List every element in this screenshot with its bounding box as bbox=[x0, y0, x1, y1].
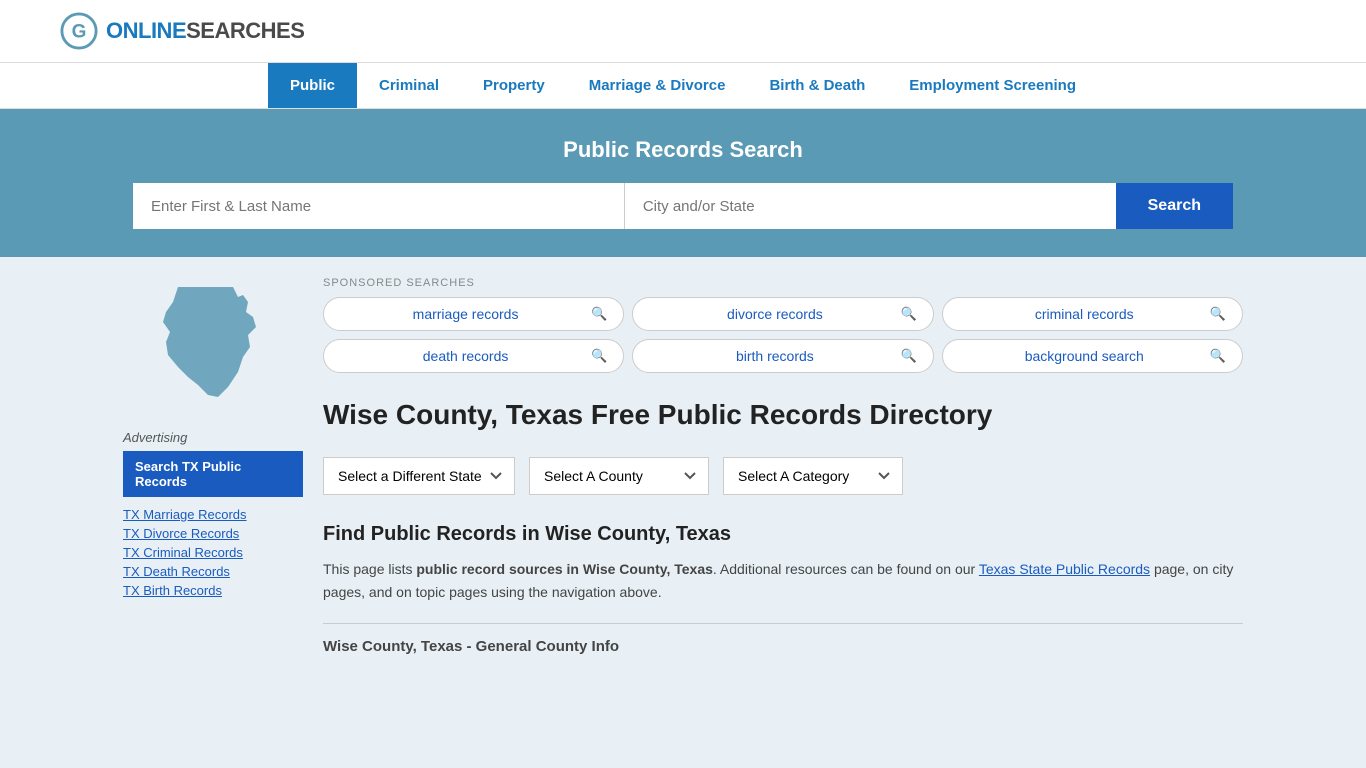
find-body: This page lists public record sources in… bbox=[323, 558, 1243, 603]
search-bar: Search bbox=[133, 183, 1233, 229]
find-section: Find Public Records in Wise County, Texa… bbox=[323, 523, 1243, 655]
texas-map-image bbox=[123, 277, 303, 410]
sponsored-link-divorce[interactable]: divorce records bbox=[649, 306, 900, 322]
page-header-text: Wise County, Texas Free Public Records D… bbox=[323, 397, 992, 433]
nav-property[interactable]: Property bbox=[461, 63, 567, 108]
sidebar-link-birth[interactable]: TX Birth Records bbox=[123, 583, 303, 598]
nav-birth-death[interactable]: Birth & Death bbox=[747, 63, 887, 108]
find-body-bold: public record sources in Wise County, Te… bbox=[416, 561, 713, 577]
name-input[interactable] bbox=[133, 183, 625, 229]
search-section: Public Records Search Search bbox=[0, 109, 1366, 257]
logo-area: G ONLINESEARCHES bbox=[60, 12, 304, 50]
category-select[interactable]: Select A Category bbox=[723, 457, 903, 495]
logo-icon: G bbox=[60, 12, 98, 50]
header: G ONLINESEARCHES bbox=[0, 0, 1366, 63]
sponsored-grid: marriage records 🔍 divorce records 🔍 cri… bbox=[323, 297, 1243, 373]
sponsored-item-divorce[interactable]: divorce records 🔍 bbox=[632, 297, 933, 331]
nav-public[interactable]: Public bbox=[268, 63, 357, 108]
sponsored-item-criminal[interactable]: criminal records 🔍 bbox=[942, 297, 1243, 331]
find-title: Find Public Records in Wise County, Texa… bbox=[323, 523, 1243, 546]
location-input[interactable] bbox=[625, 183, 1116, 229]
svg-text:G: G bbox=[72, 22, 87, 43]
sponsored-link-background[interactable]: background search bbox=[959, 348, 1210, 364]
sponsored-link-death[interactable]: death records bbox=[340, 348, 591, 364]
general-info-heading: Wise County, Texas - General County Info bbox=[323, 638, 1243, 655]
section-divider bbox=[323, 623, 1243, 624]
sponsored-label: SPONSORED SEARCHES bbox=[323, 277, 1243, 289]
search-icon-birth: 🔍 bbox=[900, 348, 916, 364]
nav-marriage-divorce[interactable]: Marriage & Divorce bbox=[567, 63, 748, 108]
sponsored-item-death[interactable]: death records 🔍 bbox=[323, 339, 624, 373]
sidebar: Advertising Search TX Public Records TX … bbox=[123, 257, 323, 675]
dropdowns: Select a Different State Select A County… bbox=[323, 457, 1243, 495]
search-icon-background: 🔍 bbox=[1210, 348, 1226, 364]
advertising-label: Advertising bbox=[123, 430, 303, 445]
county-select[interactable]: Select A County bbox=[529, 457, 709, 495]
logo-text: ONLINESEARCHES bbox=[106, 18, 304, 44]
sponsored-item-birth[interactable]: birth records 🔍 bbox=[632, 339, 933, 373]
state-select[interactable]: Select a Different State bbox=[323, 457, 515, 495]
sidebar-link-criminal[interactable]: TX Criminal Records bbox=[123, 545, 303, 560]
find-body-text-2: . Additional resources can be found on o… bbox=[713, 561, 979, 577]
search-icon-criminal: 🔍 bbox=[1210, 306, 1226, 322]
sidebar-link-death[interactable]: TX Death Records bbox=[123, 564, 303, 579]
search-icon-divorce: 🔍 bbox=[900, 306, 916, 322]
sponsored-link-criminal[interactable]: criminal records bbox=[959, 306, 1210, 322]
sponsored-item-background[interactable]: background search 🔍 bbox=[942, 339, 1243, 373]
sponsored-link-marriage[interactable]: marriage records bbox=[340, 306, 591, 322]
search-title: Public Records Search bbox=[60, 137, 1306, 163]
find-body-text-1: This page lists bbox=[323, 561, 416, 577]
sponsored-item-marriage[interactable]: marriage records 🔍 bbox=[323, 297, 624, 331]
sponsored-link-birth[interactable]: birth records bbox=[649, 348, 900, 364]
main-content: Advertising Search TX Public Records TX … bbox=[63, 257, 1303, 675]
search-icon-death: 🔍 bbox=[591, 348, 607, 364]
page-title: Wise County, Texas Free Public Records D… bbox=[323, 397, 992, 433]
search-icon-marriage: 🔍 bbox=[591, 306, 607, 322]
nav-employment[interactable]: Employment Screening bbox=[887, 63, 1098, 108]
search-button[interactable]: Search bbox=[1116, 183, 1233, 229]
content-area: SPONSORED SEARCHES marriage records 🔍 di… bbox=[323, 257, 1243, 675]
nav-criminal[interactable]: Criminal bbox=[357, 63, 461, 108]
page-header: Wise County, Texas Free Public Records D… bbox=[323, 397, 1243, 433]
sidebar-link-divorce[interactable]: TX Divorce Records bbox=[123, 526, 303, 541]
main-nav: Public Criminal Property Marriage & Divo… bbox=[0, 63, 1366, 109]
sidebar-links: TX Marriage Records TX Divorce Records T… bbox=[123, 507, 303, 598]
sidebar-link-marriage[interactable]: TX Marriage Records bbox=[123, 507, 303, 522]
texas-records-link[interactable]: Texas State Public Records bbox=[979, 561, 1150, 577]
ad-button[interactable]: Search TX Public Records bbox=[123, 451, 303, 497]
